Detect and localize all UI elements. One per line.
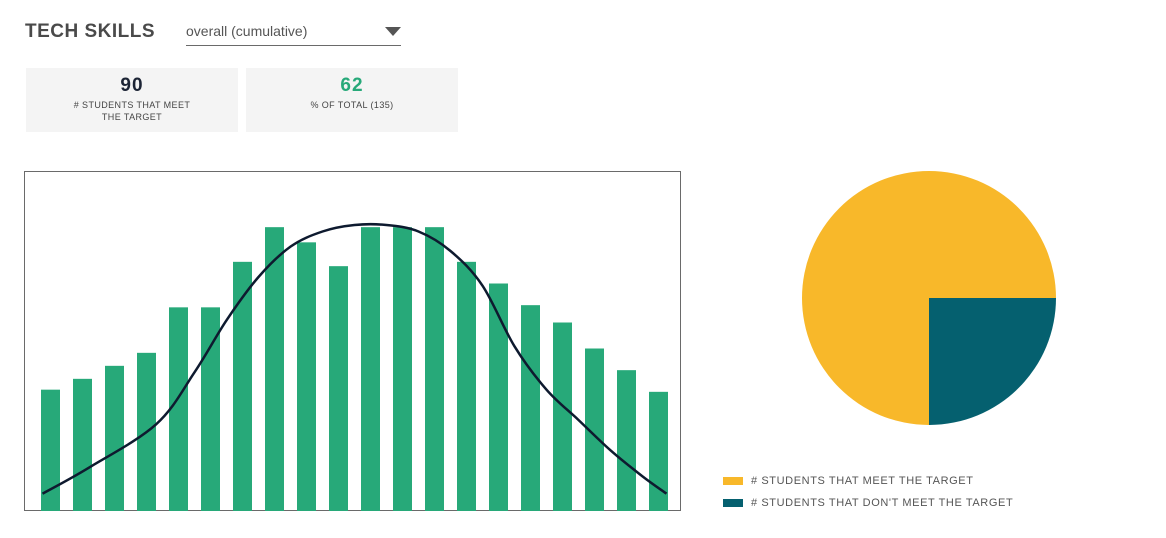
legend-item-not-meet: # STUDENTS THAT DON'T MEET THE TARGET bbox=[723, 492, 1013, 514]
trend-curve bbox=[41, 222, 668, 495]
bar bbox=[521, 305, 540, 511]
legend-swatch bbox=[723, 499, 743, 507]
bar bbox=[169, 307, 188, 511]
legend-label: # STUDENTS THAT MEET THE TARGET bbox=[751, 475, 974, 487]
chevron-down-icon[interactable] bbox=[385, 27, 401, 36]
page-title: TECH SKILLS bbox=[25, 21, 156, 42]
legend-label: # STUDENTS THAT DON'T MEET THE TARGET bbox=[751, 497, 1014, 509]
scope-dropdown[interactable]: overall (cumulative) bbox=[186, 22, 401, 46]
legend-swatch bbox=[723, 477, 743, 485]
pie-chart-svg bbox=[802, 171, 1056, 425]
legend-item-meet: # STUDENTS THAT MEET THE TARGET bbox=[723, 470, 1013, 492]
bar bbox=[265, 227, 284, 511]
bar bbox=[105, 365, 124, 511]
bar bbox=[425, 227, 444, 511]
bar bbox=[457, 261, 476, 511]
bar bbox=[553, 322, 572, 511]
stat-value: 90 bbox=[120, 75, 144, 96]
bar bbox=[329, 266, 348, 511]
pie-legend: # STUDENTS THAT MEET THE TARGET # STUDEN… bbox=[723, 470, 1013, 514]
stat-card-meet-count: 90 # STUDENTS THAT MEET THE TARGET bbox=[26, 68, 238, 132]
bar bbox=[393, 227, 412, 511]
stat-label: % OF TOTAL (135) bbox=[310, 100, 394, 110]
bar bbox=[361, 227, 380, 511]
bar-chart-svg bbox=[41, 222, 668, 511]
stat-value: 62 bbox=[340, 75, 364, 96]
pie-slice-not-meet bbox=[929, 298, 1056, 425]
bar bbox=[297, 242, 316, 511]
bar bbox=[617, 370, 636, 511]
bar bbox=[73, 378, 92, 511]
stat-card-percent: 62 % OF TOTAL (135) bbox=[246, 68, 458, 132]
distribution-chart bbox=[24, 171, 681, 511]
dropdown-value: overall (cumulative) bbox=[186, 23, 308, 39]
bar bbox=[201, 307, 220, 511]
stat-label: # STUDENTS THAT MEET THE TARGET bbox=[73, 100, 191, 122]
